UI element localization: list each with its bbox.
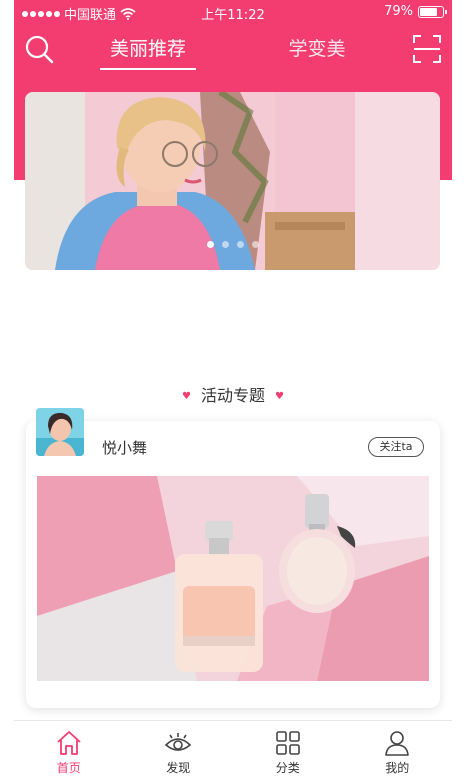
tab-home-label: 首页 [56,761,81,775]
avatar-image [36,408,84,456]
heart-icon: ♥ [275,391,284,402]
tab-profile[interactable]: 我的 [343,721,453,778]
status-right: 79% [384,4,447,19]
heart-icon: ♥ [182,391,191,402]
tab-beauty-recommend[interactable]: 美丽推荐 [100,34,196,70]
carousel-indicator [25,241,440,248]
avatar[interactable] [36,408,84,456]
active-tab-underline [100,68,196,70]
bottom-tabbar: 首页 发现 分类 我的 [14,720,452,778]
tab-discover[interactable]: 发现 [124,721,234,778]
follow-button[interactable]: 关注ta [368,437,424,457]
tab-category-label: 分类 [275,761,300,775]
status-bar: 中国联通 上午11:22 79% [14,0,452,24]
banner-carousel[interactable] [25,92,440,270]
section-title: ♥ 活动专题 ♥ [0,382,466,406]
eye-icon [165,733,192,751]
tab-discover-label: 发现 [166,761,191,775]
home-icon [57,731,81,755]
carousel-dot[interactable] [236,241,244,248]
tab-learn-beauty[interactable]: 学变美 [284,34,350,64]
carousel-dot[interactable] [251,241,259,248]
top-nav: 美丽推荐 学变美 [14,28,452,72]
scan-icon[interactable] [412,34,442,64]
user-icon [385,731,410,756]
topic-image[interactable] [37,476,429,681]
battery-level [420,7,437,16]
tab-profile-label: 我的 [385,761,410,775]
section-title-text: 活动专题 [200,386,265,405]
tab-beauty-recommend-label: 美丽推荐 [109,38,186,60]
carousel-dot[interactable] [206,241,214,248]
grid-icon [275,731,300,755]
username[interactable]: 悦小舞 [102,437,147,458]
carousel-dot[interactable] [221,241,229,248]
perfume-image [37,476,429,681]
battery-icon [418,5,447,18]
tab-category[interactable]: 分类 [233,721,343,778]
tab-home[interactable]: 首页 [14,721,124,778]
search-icon[interactable] [24,34,56,66]
battery-percent: 79% [384,4,413,19]
